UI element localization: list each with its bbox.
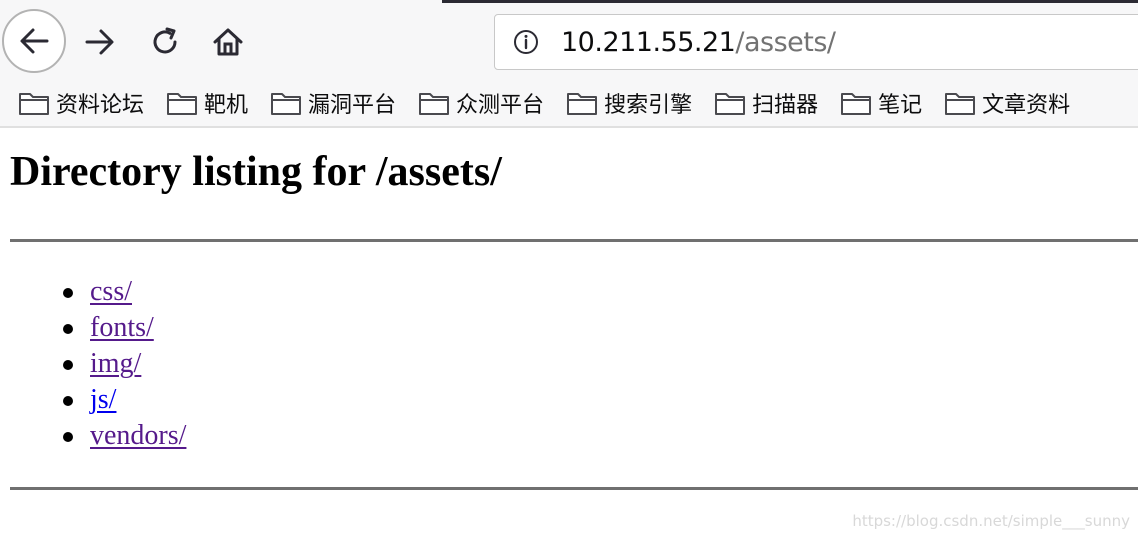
bookmark-label: 文章资料 (982, 93, 1071, 118)
folder-icon (18, 90, 50, 116)
folder-icon (566, 90, 598, 116)
bookmark-label: 搜索引擎 (604, 93, 693, 118)
bookmark-folder[interactable]: 扫描器 (714, 87, 818, 119)
directory-link[interactable]: img/ (90, 348, 141, 379)
bookmark-folder[interactable]: 搜索引擎 (566, 87, 692, 119)
bookmark-label: 众测平台 (456, 93, 545, 118)
list-item: vendors/ (0, 418, 186, 454)
forward-button[interactable] (80, 22, 120, 62)
bookmark-label: 资料论坛 (56, 93, 145, 118)
bookmark-label: 漏洞平台 (308, 93, 397, 118)
list-item: js/ (0, 382, 186, 418)
page-content: Directory listing for /assets/ css/ font… (0, 128, 1138, 540)
bookmark-label: 扫描器 (752, 93, 819, 118)
list-item: css/ (0, 274, 186, 310)
bookmark-folder[interactable]: 文章资料 (944, 87, 1070, 119)
url-host: 10.211.55.21 (561, 26, 736, 58)
bookmarks-toolbar: 资料论坛 靶机 漏洞平台 众测平台 搜索引擎 扫描器 笔记 文章资料 (0, 80, 1138, 126)
home-button[interactable] (208, 22, 248, 62)
folder-icon (944, 90, 976, 116)
watermark-text: https://blog.csdn.net/simple___sunny (852, 512, 1130, 530)
forward-arrow-icon (85, 29, 114, 55)
bookmark-folder[interactable]: 靶机 (166, 87, 248, 119)
directory-link[interactable]: css/ (90, 276, 132, 307)
directory-link[interactable]: vendors/ (90, 420, 186, 451)
bookmark-folder[interactable]: 漏洞平台 (270, 87, 396, 119)
directory-link[interactable]: fonts/ (90, 312, 154, 343)
list-item: fonts/ (0, 310, 186, 346)
home-icon (213, 28, 243, 56)
folder-icon (270, 90, 302, 116)
folder-icon (166, 90, 198, 116)
folder-icon (840, 90, 872, 116)
reload-icon (153, 27, 177, 54)
bookmark-label: 笔记 (878, 93, 923, 118)
tab-strip-edge (442, 0, 1138, 3)
folder-icon (418, 90, 450, 116)
url-bar[interactable]: 10.211.55.21/assets/ (494, 14, 1138, 70)
back-arrow-icon (20, 28, 49, 54)
list-item: img/ (0, 346, 186, 382)
page-title: Directory listing for /assets/ (10, 149, 502, 195)
bookmark-folder[interactable]: 笔记 (840, 87, 922, 119)
reload-button[interactable] (145, 22, 185, 62)
bookmark-folder[interactable]: 众测平台 (418, 87, 544, 119)
url-text[interactable]: 10.211.55.21/assets/ (561, 27, 836, 58)
directory-link[interactable]: js/ (90, 384, 116, 415)
url-path: /assets/ (735, 26, 836, 58)
directory-listing: css/ fonts/ img/ js/ vendors/ (0, 274, 186, 454)
divider-bottom (10, 487, 1138, 490)
back-button[interactable] (2, 9, 66, 73)
browser-toolbar: 10.211.55.21/assets/ 资料论坛 靶机 漏洞平台 众测平台 搜… (0, 0, 1138, 128)
site-info-icon[interactable] (513, 29, 539, 55)
folder-icon (714, 90, 746, 116)
bookmark-folder[interactable]: 资料论坛 (18, 87, 144, 119)
bookmark-label: 靶机 (204, 93, 249, 118)
divider-top (10, 239, 1138, 242)
